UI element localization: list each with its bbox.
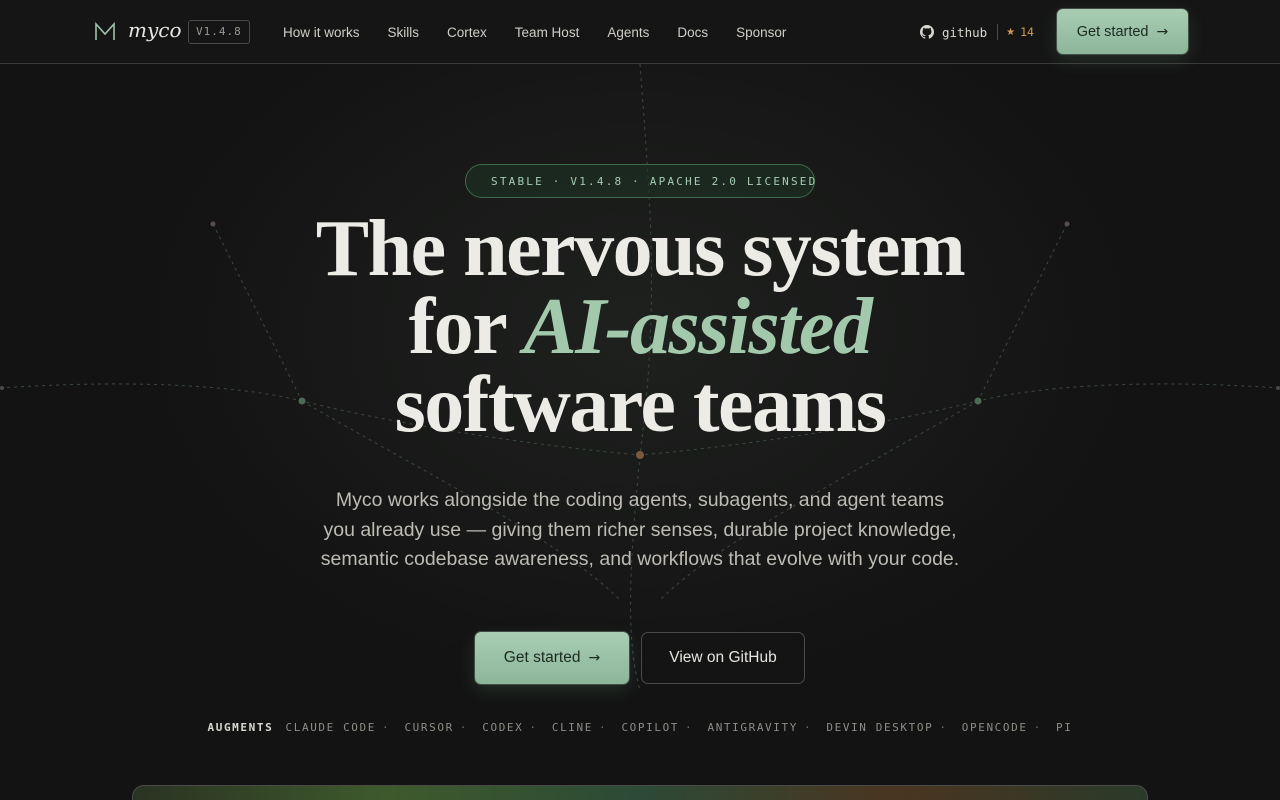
augment-item-antigravity: ANTIGRAVITY <box>707 721 798 734</box>
github-icon <box>920 25 934 39</box>
separator-dot: · <box>1033 721 1042 734</box>
augment-item-opencode: OPENCODE <box>961 721 1028 734</box>
nav-link-skills[interactable]: Skills <box>388 25 420 40</box>
nav-links: How it works Skills Cortex Team Host Age… <box>283 0 814 64</box>
release-badge-text: STABLE · V1.4.8 · APACHE 2.0 LICENSED <box>491 174 818 188</box>
separator-dot: · <box>939 721 948 734</box>
headline-accent: AI-assisted <box>523 283 873 371</box>
nav-get-started-label: Get started <box>1076 23 1149 40</box>
top-navigation: myco V1.4.8 How it works Skills Cortex T… <box>0 0 1280 64</box>
nav-link-sponsor[interactable]: Sponsor <box>736 25 786 40</box>
augment-item-cursor: CURSOR <box>404 721 454 734</box>
augment-item-copilot: COPILOT <box>621 721 680 734</box>
nav-link-how-it-works[interactable]: How it works <box>283 25 360 40</box>
nav-link-team-host[interactable]: Team Host <box>515 25 580 40</box>
nav-link-cortex[interactable]: Cortex <box>447 25 487 40</box>
version-badge: V1.4.8 <box>188 20 250 44</box>
separator-dot: · <box>459 721 469 734</box>
separator-dot: · <box>803 721 813 734</box>
hero-description: Myco works alongside the coding agents, … <box>320 489 960 570</box>
arrow-right-icon: → <box>1156 23 1169 40</box>
separator-dot: · <box>529 721 538 734</box>
logo-wordmark[interactable]: myco <box>128 18 182 42</box>
augment-item-devin-desktop: DEVIN DESKTOP <box>826 721 934 734</box>
github-stars-link[interactable]: github ★ 14 <box>920 22 1034 42</box>
headline-line-1: The nervous system <box>315 205 966 293</box>
divider <box>997 24 999 40</box>
separator-dot: · <box>381 721 391 734</box>
augment-item-cline: CLINE <box>551 721 593 734</box>
separator-dot: · <box>685 721 694 734</box>
hero-get-started-label: Get started <box>503 649 581 666</box>
headline-line-3: software teams <box>394 361 887 449</box>
star-icon: ★ <box>1006 26 1016 38</box>
myco-logo-icon[interactable] <box>94 21 116 43</box>
hero-headline: The nervous system for AI-assisted softw… <box>140 209 1140 445</box>
augment-item-pi: PI <box>1056 721 1073 734</box>
nav-link-docs[interactable]: Docs <box>677 25 708 40</box>
nav-link-agents[interactable]: Agents <box>607 25 649 40</box>
augment-item-claude-code: CLAUDE CODE <box>285 721 376 734</box>
augments-heading: AUGMENTS <box>207 721 274 734</box>
augments-list: AUGMENTS CLAUDE CODE · CURSOR · CODEX · CLI… <box>0 721 1280 734</box>
augment-item-codex: CODEX <box>482 721 524 734</box>
release-badge: STABLE · V1.4.8 · APACHE 2.0 LICENSED <box>465 164 815 198</box>
hero-get-started-button[interactable]: Get started → <box>475 632 629 684</box>
view-on-github-button[interactable]: View on GitHub <box>641 632 805 684</box>
star-count: 14 <box>1020 25 1034 39</box>
github-label: github <box>942 24 988 40</box>
nav-get-started-button[interactable]: Get started → <box>1057 9 1188 54</box>
product-preview-image <box>132 785 1148 800</box>
separator-dot: · <box>598 721 608 734</box>
arrow-right-icon: → <box>588 650 601 666</box>
headline-for: for <box>408 283 507 371</box>
